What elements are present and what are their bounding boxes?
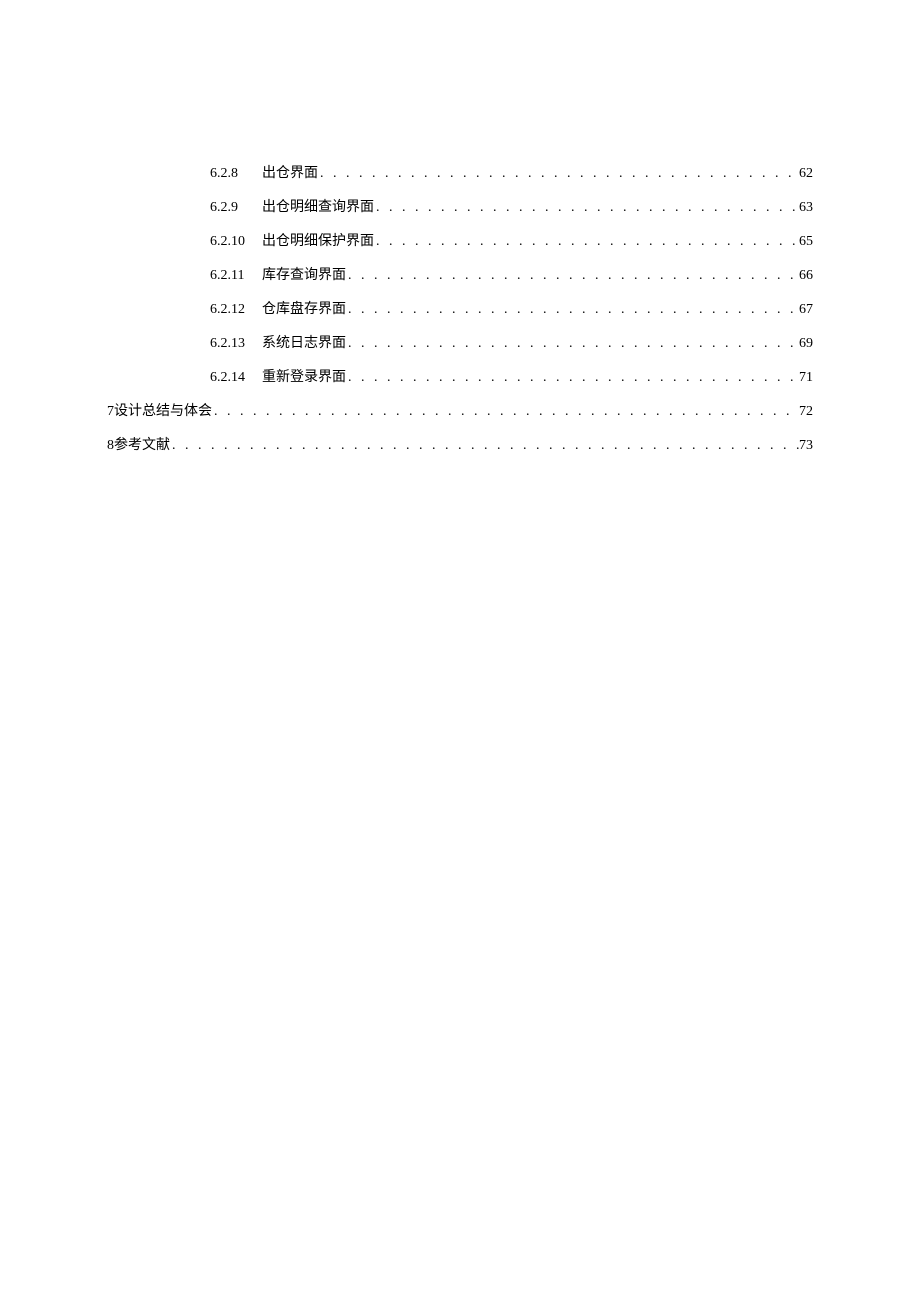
- toc-entry-title: 参考文献: [114, 434, 170, 454]
- toc-entry: 6.2.11库存查询界面 66: [107, 264, 813, 284]
- toc-entry: 8 参考文献 73: [107, 434, 813, 454]
- toc-leader-dots: [346, 336, 799, 352]
- toc-entry-number: 6.2.9: [210, 200, 262, 216]
- toc-leader-dots: [318, 166, 799, 182]
- toc-entry-number: 8: [107, 438, 114, 454]
- toc-leader-dots: [374, 200, 799, 216]
- toc-entry-page: 66: [799, 268, 813, 284]
- toc-entry-title: 出仓明细查询界面: [262, 196, 374, 216]
- toc-leader-dots: [170, 438, 799, 454]
- toc-entry: 6.2.12仓库盘存界面 67: [107, 298, 813, 318]
- toc-entry-number: 7: [107, 404, 114, 420]
- toc-entry-title: 系统日志界面: [262, 332, 346, 352]
- toc-entry: 7 设计总结与体会 72: [107, 400, 813, 420]
- toc-entry-title: 设计总结与体会: [114, 400, 212, 420]
- toc-entry-number: 6.2.12: [210, 302, 262, 318]
- toc-entry-page: 73: [799, 438, 813, 454]
- toc-entry-page: 65: [799, 234, 813, 250]
- toc-leader-dots: [212, 404, 799, 420]
- toc-entry: 6.2.8出仓界面 62: [107, 162, 813, 182]
- toc-entry: 6.2.10出仓明细保护界面 65: [107, 230, 813, 250]
- toc-entry-page: 72: [799, 404, 813, 420]
- toc-entry-title: 库存查询界面: [262, 264, 346, 284]
- toc-entry-number: 6.2.8: [210, 166, 262, 182]
- toc-entry-title: 重新登录界面: [262, 366, 346, 386]
- toc-leader-dots: [374, 234, 799, 250]
- toc-entry-number: 6.2.14: [210, 370, 262, 386]
- table-of-contents: 6.2.8出仓界面 62 6.2.9出仓明细查询界面 63 6.2.10出仓明细保护界面…: [107, 162, 813, 454]
- toc-leader-dots: [346, 268, 799, 284]
- toc-leader-dots: [346, 302, 799, 318]
- toc-entry-title: 仓库盘存界面: [262, 298, 346, 318]
- toc-entry-page: 62: [799, 166, 813, 182]
- toc-entry: 6.2.9出仓明细查询界面 63: [107, 196, 813, 216]
- toc-leader-dots: [346, 370, 799, 386]
- toc-entry: 6.2.13系统日志界面 69: [107, 332, 813, 352]
- toc-entry-page: 71: [799, 370, 813, 386]
- toc-entry-page: 67: [799, 302, 813, 318]
- toc-entry-page: 63: [799, 200, 813, 216]
- toc-entry-number: 6.2.13: [210, 336, 262, 352]
- toc-entry-title: 出仓明细保护界面: [262, 230, 374, 250]
- toc-entry-page: 69: [799, 336, 813, 352]
- toc-entry-title: 出仓界面: [262, 162, 318, 182]
- toc-entry: 6.2.14重新登录界面 71: [107, 366, 813, 386]
- toc-entry-number: 6.2.11: [210, 268, 262, 284]
- toc-entry-number: 6.2.10: [210, 234, 262, 250]
